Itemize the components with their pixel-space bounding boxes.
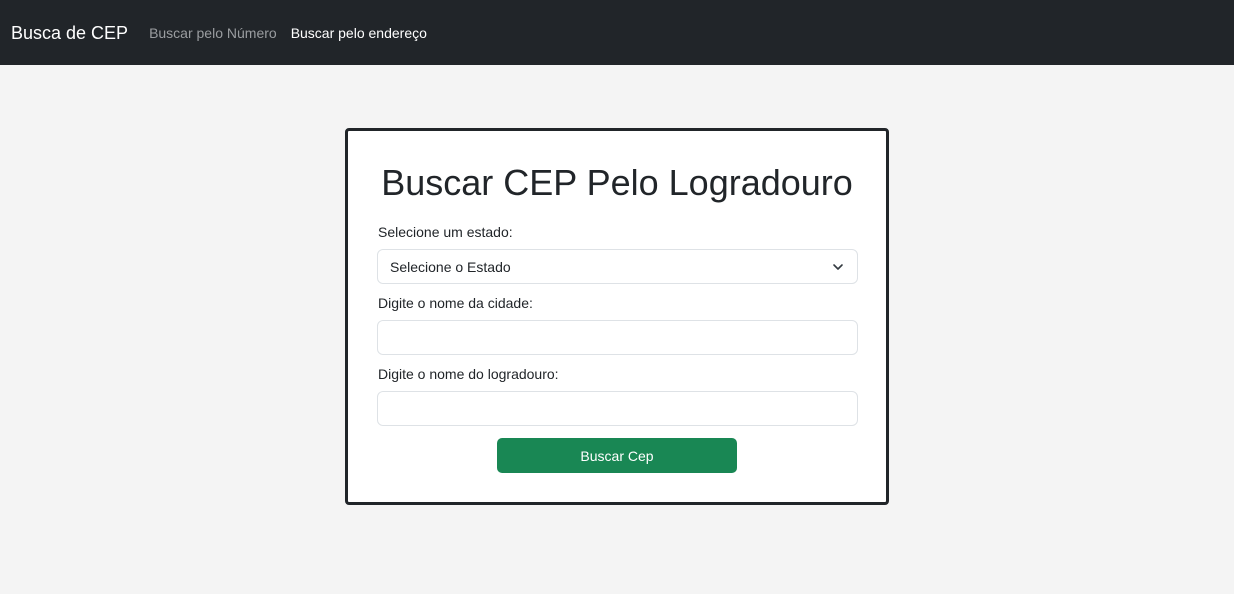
navbar: Busca de CEP Buscar pelo Número Buscar p… [0,0,1234,65]
city-input[interactable] [377,320,858,355]
search-form-card: Buscar CEP Pelo Logradouro Selecione um … [345,128,889,505]
state-label: Selecione um estado: [378,224,513,240]
state-select-value: Selecione o Estado [390,258,511,275]
city-label: Digite o nome da cidade: [378,295,533,311]
page-title: Buscar CEP Pelo Logradouro [381,162,853,203]
street-input[interactable] [377,391,858,426]
street-label: Digite o nome do logradouro: [378,366,559,382]
chevron-down-icon [833,264,843,270]
nav-link-buscar-endereco[interactable]: Buscar pelo endereço [291,26,427,40]
nav-link-buscar-numero[interactable]: Buscar pelo Número [149,26,277,40]
brand-link[interactable]: Busca de CEP [11,24,128,42]
state-select[interactable]: Selecione o Estado [377,249,858,284]
search-cep-button[interactable]: Buscar Cep [497,438,737,473]
